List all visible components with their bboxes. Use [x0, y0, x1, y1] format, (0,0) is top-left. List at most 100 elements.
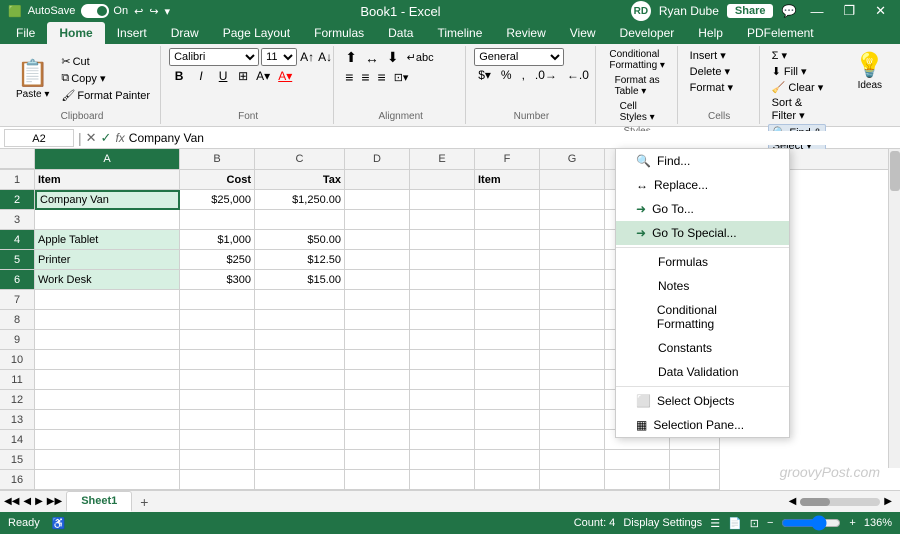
page-layout-icon[interactable]: 📄 — [728, 517, 742, 530]
cell[interactable] — [475, 250, 540, 270]
cell[interactable] — [345, 430, 410, 450]
data-validation-menu-item[interactable]: Data Validation — [616, 360, 789, 384]
border-icon[interactable]: ⊞ — [235, 68, 251, 84]
cell[interactable] — [410, 470, 475, 490]
cell[interactable] — [540, 390, 605, 410]
currency-icon[interactable]: $▾ — [474, 67, 495, 83]
cell[interactable] — [345, 350, 410, 370]
cell[interactable] — [255, 410, 345, 430]
underline-button[interactable]: U — [213, 67, 233, 85]
format-button[interactable]: Format ▾ — [686, 80, 737, 95]
cell[interactable] — [540, 190, 605, 210]
cell[interactable] — [475, 370, 540, 390]
row-header-14[interactable]: 14 — [0, 430, 35, 450]
cell[interactable] — [475, 410, 540, 430]
align-bottom-icon[interactable]: ⬇ — [384, 48, 402, 67]
cell[interactable] — [35, 410, 180, 430]
cell[interactable] — [345, 450, 410, 470]
cell[interactable] — [410, 230, 475, 250]
cell[interactable] — [345, 170, 410, 190]
cell[interactable] — [345, 230, 410, 250]
row-header-11[interactable]: 11 — [0, 370, 35, 390]
col-header-f[interactable]: F — [475, 149, 540, 169]
row-header-6[interactable]: 6 — [0, 270, 35, 290]
cell[interactable] — [410, 450, 475, 470]
cell[interactable] — [255, 430, 345, 450]
cell[interactable] — [410, 250, 475, 270]
cell[interactable] — [345, 210, 410, 230]
cell[interactable]: Printer — [35, 250, 180, 270]
copy-button[interactable]: ⧉ Copy ▾ — [57, 71, 154, 86]
cell[interactable] — [540, 410, 605, 430]
cell[interactable] — [35, 310, 180, 330]
cell[interactable] — [540, 370, 605, 390]
cell[interactable]: Item — [475, 170, 540, 190]
font-size-select[interactable]: 11 — [261, 48, 297, 66]
cell[interactable] — [475, 430, 540, 450]
cell[interactable] — [605, 450, 670, 470]
tab-pdfelement[interactable]: PDFelement — [735, 22, 826, 44]
col-header-c[interactable]: C — [255, 149, 345, 169]
cell[interactable] — [255, 350, 345, 370]
formulas-menu-item[interactable]: Formulas — [616, 250, 789, 274]
conditional-formatting-menu-item[interactable]: Conditional Formatting — [616, 298, 789, 336]
bold-button[interactable]: B — [169, 67, 189, 85]
cell-styles-button[interactable]: CellStyles ▾ — [616, 100, 659, 124]
cell[interactable] — [255, 310, 345, 330]
cell[interactable] — [540, 290, 605, 310]
sort-filter-button[interactable]: Sort &Filter ▾ — [768, 96, 809, 123]
format-painter-button[interactable]: 🖌 Format Painter — [57, 88, 154, 103]
cell[interactable]: $1,250.00 — [255, 190, 345, 210]
cell[interactable]: $12.50 — [255, 250, 345, 270]
cell[interactable]: $1,000 — [180, 230, 255, 250]
merge-icon[interactable]: ⊡▾ — [391, 70, 412, 85]
align-right-icon[interactable]: ≡ — [375, 68, 389, 86]
comma-icon[interactable]: , — [518, 67, 529, 83]
cell[interactable]: Company Van — [35, 190, 180, 210]
minimize-button[interactable]: — — [804, 4, 829, 19]
page-break-icon[interactable]: ⊡ — [750, 517, 759, 530]
h-scroll-thumb[interactable] — [800, 498, 830, 506]
row-header-2[interactable]: 2 — [0, 190, 35, 210]
increase-font-icon[interactable]: A↑ — [299, 49, 315, 65]
cell[interactable] — [180, 470, 255, 490]
cell[interactable] — [475, 230, 540, 250]
cell[interactable] — [255, 370, 345, 390]
h-scroll-right[interactable]: ▶ — [884, 496, 892, 507]
row-header-16[interactable]: 16 — [0, 470, 35, 490]
cell[interactable] — [475, 190, 540, 210]
col-header-a[interactable]: A — [35, 149, 180, 169]
row-header-9[interactable]: 9 — [0, 330, 35, 350]
cell[interactable] — [605, 470, 670, 490]
sheet-back-icon[interactable]: ◀ — [23, 496, 31, 507]
cell[interactable]: Apple Tablet — [35, 230, 180, 250]
insert-button[interactable]: Insert ▾ — [686, 48, 730, 63]
row-header-13[interactable]: 13 — [0, 410, 35, 430]
cell[interactable] — [540, 310, 605, 330]
cell[interactable] — [345, 290, 410, 310]
cell[interactable] — [475, 270, 540, 290]
col-header-e[interactable]: E — [410, 149, 475, 169]
cell[interactable] — [540, 450, 605, 470]
cell[interactable] — [345, 250, 410, 270]
cell[interactable] — [540, 270, 605, 290]
cell[interactable] — [35, 430, 180, 450]
share-button[interactable]: Share — [727, 4, 774, 18]
cell[interactable] — [345, 190, 410, 210]
cell[interactable] — [180, 390, 255, 410]
autosave-toggle[interactable]: On — [81, 4, 128, 18]
cell[interactable] — [345, 470, 410, 490]
cell[interactable] — [540, 350, 605, 370]
cell[interactable]: $300 — [180, 270, 255, 290]
restore-button[interactable]: ❐ — [837, 3, 861, 19]
find-menu-item[interactable]: 🔍 Find... — [616, 149, 789, 173]
cell[interactable] — [345, 370, 410, 390]
cell[interactable] — [540, 430, 605, 450]
font-color-icon[interactable]: A▾ — [275, 68, 295, 84]
close-button[interactable]: ✕ — [869, 3, 892, 19]
cell[interactable] — [475, 470, 540, 490]
autosum-button[interactable]: Σ ▾ — [768, 48, 791, 63]
cell[interactable] — [345, 310, 410, 330]
cell[interactable] — [180, 410, 255, 430]
cell[interactable] — [540, 470, 605, 490]
